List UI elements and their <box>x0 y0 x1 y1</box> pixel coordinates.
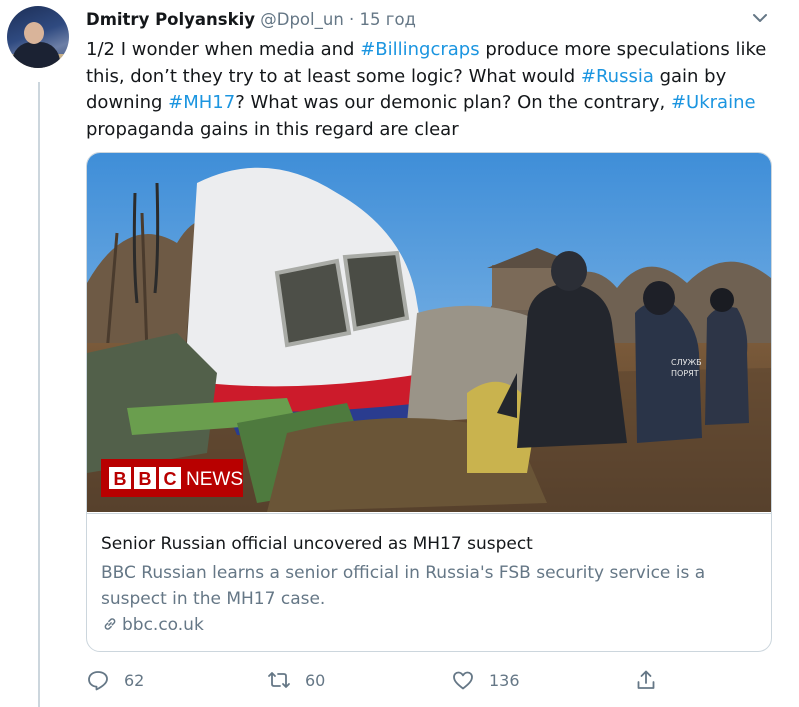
author-handle[interactable]: @Dpol_un <box>260 10 344 29</box>
like-button[interactable]: 136 <box>451 665 520 695</box>
author-name[interactable]: Dmitry Polyanskiy <box>86 10 255 29</box>
vest-text-2: ПОРЯТ <box>671 369 699 378</box>
bbc-news-logo: B B C NEWS <box>101 459 243 497</box>
card-image[interactable]: СЛУЖБ ПОРЯТ B B C NEWS <box>87 153 771 512</box>
bbc-letter: B <box>139 469 152 489</box>
heart-icon <box>453 671 473 690</box>
card-title: Senior Russian official uncovered as MH1… <box>101 534 533 554</box>
like-count: 136 <box>489 670 520 690</box>
link-icon <box>104 618 116 630</box>
avatar-head <box>24 22 44 44</box>
bbc-letter: B <box>114 469 127 489</box>
thread-line <box>38 82 40 707</box>
bbc-letter: C <box>164 469 177 489</box>
retweet-icon <box>268 672 290 688</box>
hashtag-link[interactable]: #Russia <box>581 66 654 87</box>
vest-text-1: СЛУЖБ <box>671 358 702 367</box>
tweet-actions: 62 60 136 <box>86 665 676 695</box>
chevron-down-icon[interactable] <box>750 8 770 28</box>
avatar[interactable] <box>7 6 69 68</box>
card-description: BBC Russian learns a senior official in … <box>101 563 706 609</box>
retweet-button[interactable]: 60 <box>267 665 325 695</box>
hashtag-link[interactable]: #Billingcraps <box>360 39 479 60</box>
tweet-time[interactable]: 15 год <box>360 10 416 29</box>
reply-count: 62 <box>124 670 145 690</box>
header-separator: · <box>349 10 355 29</box>
tweet-text: 1/2 I wonder when media and #Billingcrap… <box>86 37 776 143</box>
card-domain-text: bbc.co.uk <box>122 615 204 635</box>
retweet-count: 60 <box>305 670 326 690</box>
tweet-header: Dmitry Polyanskiy @Dpol_un · 15 год <box>86 9 416 31</box>
card-domain: bbc.co.uk <box>101 614 204 636</box>
reply-icon <box>88 671 108 691</box>
hashtag-link[interactable]: #Ukraine <box>671 92 756 113</box>
link-card[interactable]: СЛУЖБ ПОРЯТ B B C NEWS Senior Russian of… <box>86 152 772 652</box>
reply-button[interactable]: 62 <box>86 665 144 695</box>
hashtag-link[interactable]: #MH17 <box>168 92 235 113</box>
share-button[interactable] <box>634 665 658 695</box>
text-segment: ? What was our demonic plan? On the cont… <box>235 92 671 113</box>
avatar-suit <box>12 42 60 68</box>
bbc-news-word: NEWS <box>186 469 243 490</box>
card-body[interactable]: Senior Russian official uncovered as MH1… <box>87 513 771 651</box>
share-icon <box>637 670 655 689</box>
text-segment: 1/2 I wonder when media and <box>86 39 361 60</box>
